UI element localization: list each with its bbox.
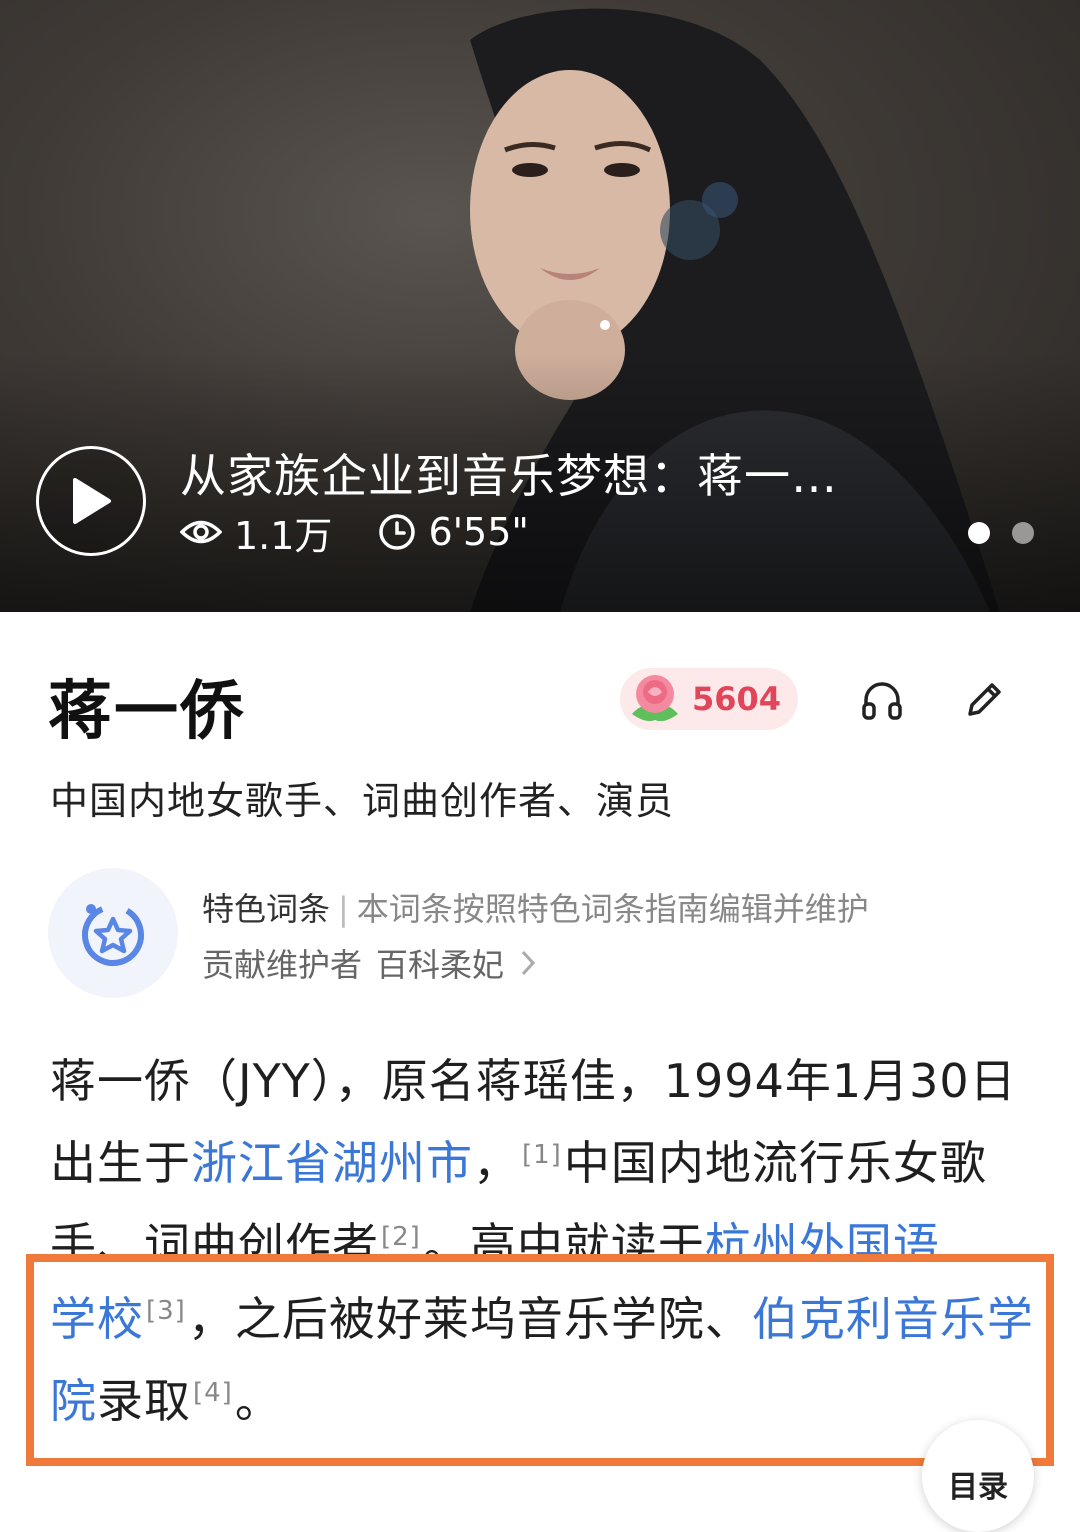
table-of-contents-button[interactable]: 目录: [922, 1420, 1034, 1532]
toc-label: 目录: [948, 1470, 1008, 1505]
flower-count: 5604: [692, 680, 782, 718]
carousel-dot[interactable]: [1012, 522, 1034, 544]
contributor-link[interactable]: 贡献维护者 百科柔妃: [202, 940, 536, 986]
intro-text: 录取: [97, 1374, 191, 1428]
featured-entry-description: 本词条按照特色词条指南编辑并维护: [356, 890, 869, 928]
video-banner[interactable]: 从家族企业到音乐梦想：蒋一… 1.1万 6'55": [0, 0, 1080, 612]
entry-subtitle: 中国内地女歌手、词曲创作者、演员: [50, 779, 675, 823]
reference-4[interactable]: [4]: [193, 1378, 233, 1408]
contributor-name: 百科柔妃: [376, 946, 505, 984]
eye-icon: [180, 517, 222, 547]
headphones-icon: [862, 682, 902, 720]
intro-text: ，: [473, 1136, 520, 1190]
featured-entry-badge: [48, 868, 178, 998]
entry-title: 蒋一侨: [48, 675, 246, 749]
rose-icon: [624, 670, 686, 728]
highlight-annotation: 学校[3]，之后被好莱坞音乐学院、伯克利音乐学院录取[4]。: [26, 1254, 1054, 1466]
link-hangzhou-foreign-language-school[interactable]: 学校: [50, 1292, 144, 1346]
video-title[interactable]: 从家族企业到音乐梦想：蒋一…: [180, 440, 880, 506]
pencil-icon: [968, 683, 1001, 716]
listen-button[interactable]: [856, 674, 908, 726]
edit-button[interactable]: [958, 674, 1010, 726]
video-meta: 1.1万 6'55": [180, 506, 529, 558]
intro-paragraph-continued: 学校[3]，之后被好莱坞音乐学院、伯克利音乐学院录取[4]。: [50, 1278, 1035, 1442]
featured-entry-label: 特色词条: [202, 890, 331, 928]
link-huzhou[interactable]: 浙江省湖州市: [191, 1136, 473, 1190]
clock-icon: [378, 513, 416, 551]
reference-2[interactable]: [2]: [381, 1222, 421, 1252]
play-button[interactable]: [36, 446, 146, 556]
carousel-dot-active[interactable]: [968, 522, 990, 544]
chevron-right-icon: [520, 949, 536, 977]
featured-entry-info: 特色词条 | 本词条按照特色词条指南编辑并维护: [202, 890, 869, 928]
contributor-label: 贡献维护者: [202, 946, 363, 984]
intro-paragraph: 蒋一侨（JYY），原名蒋瑶佳，1994年1月30日出生于浙江省湖州市，[1]中国…: [50, 1040, 1035, 1286]
intro-text: ，之后被好莱坞音乐学院、: [187, 1292, 752, 1346]
star-badge-icon: [82, 904, 144, 966]
play-icon: [73, 478, 111, 524]
intro-text: 。: [234, 1374, 282, 1428]
reference-3[interactable]: [3]: [146, 1296, 186, 1326]
carousel-indicator: [968, 522, 1034, 544]
flower-badge[interactable]: 5604: [620, 668, 798, 730]
reference-1[interactable]: [1]: [522, 1140, 562, 1170]
view-count: 1.1万: [234, 513, 333, 558]
video-duration: 6'55": [428, 510, 529, 554]
